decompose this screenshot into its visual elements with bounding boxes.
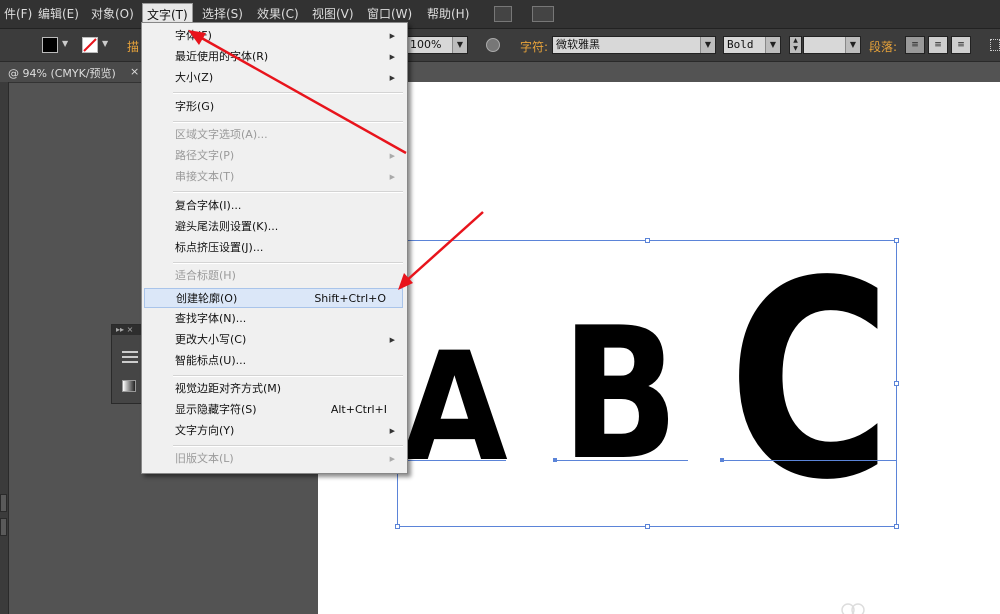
- annotation-arrows: [188, 30, 484, 290]
- watermark-icon: [841, 603, 865, 614]
- arrow-to-create-outlines: [398, 211, 484, 290]
- arrow-to-type-menu: [188, 30, 407, 155]
